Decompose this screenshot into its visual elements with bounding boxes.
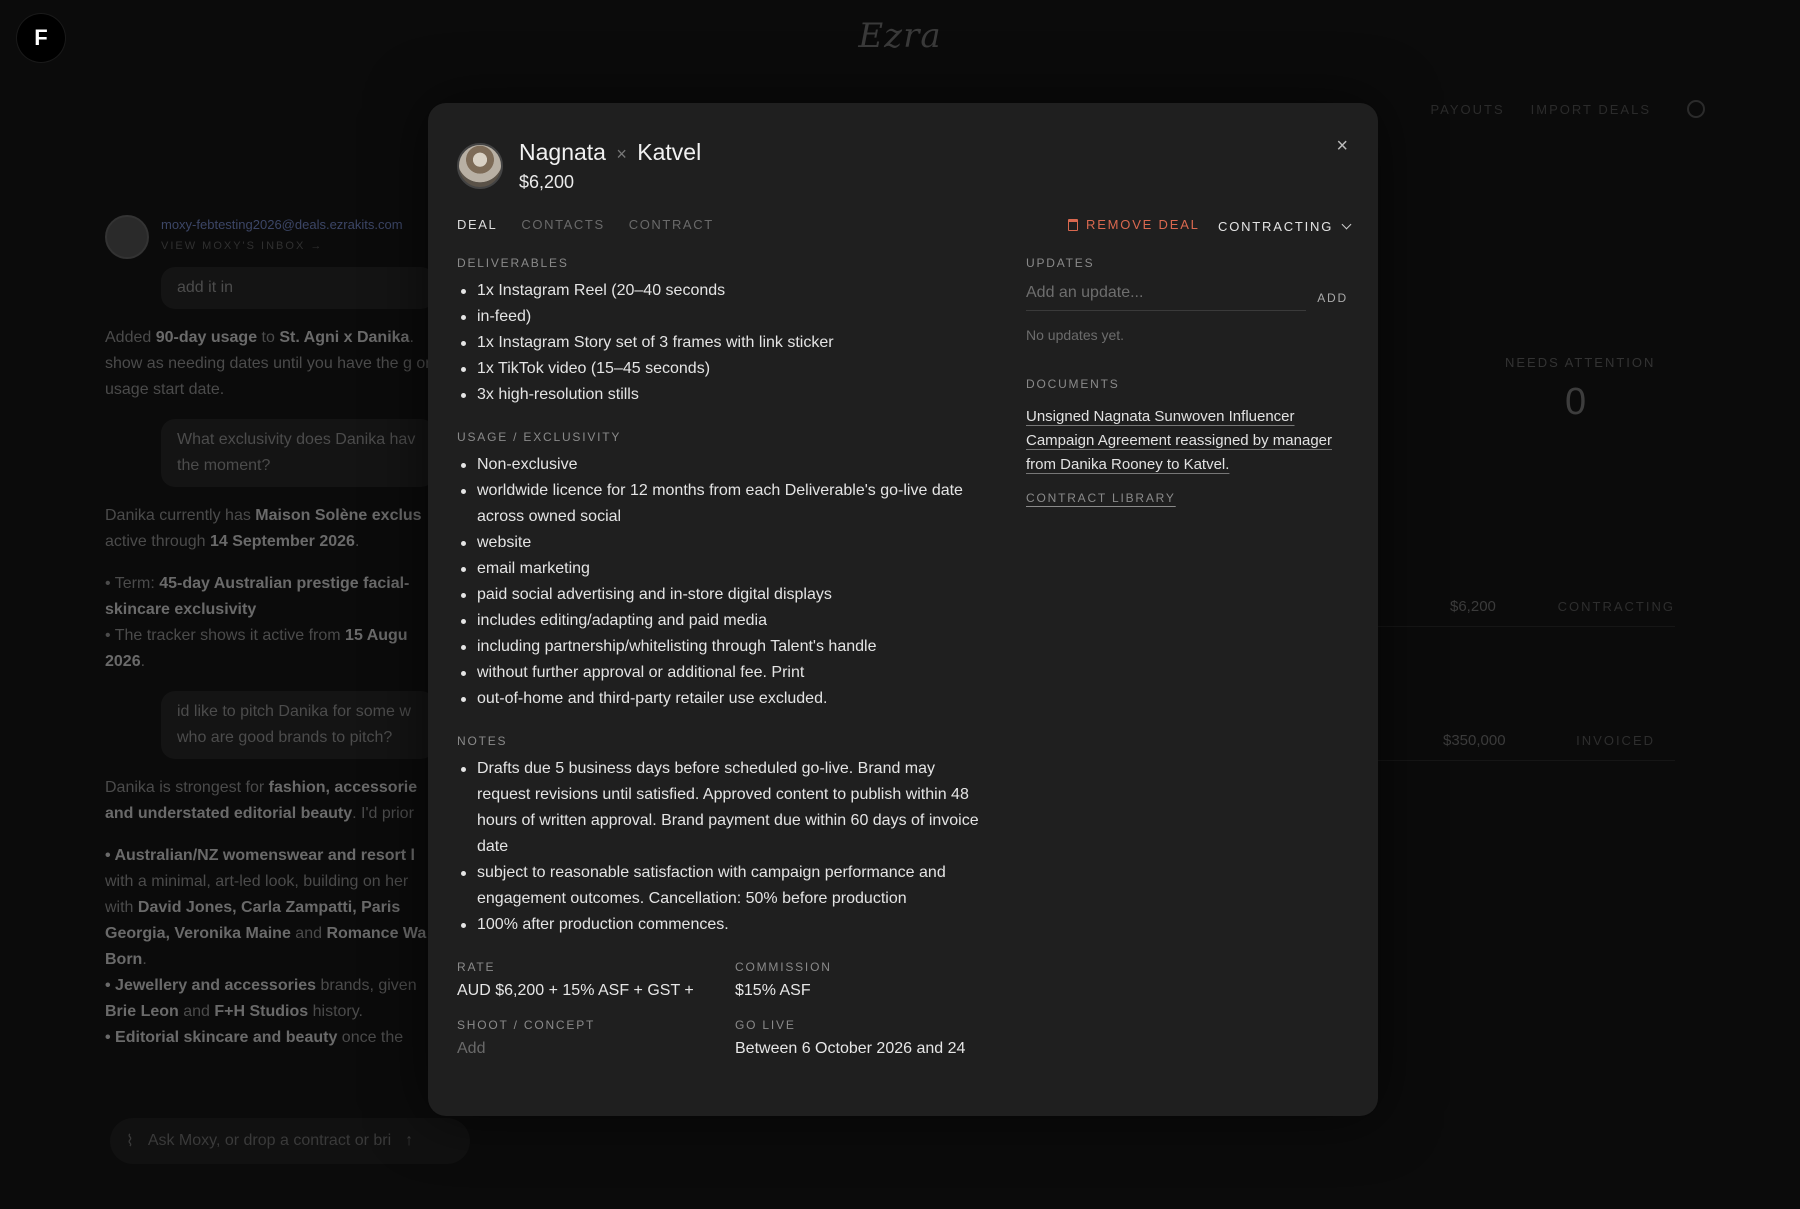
contract-library-link[interactable]: CONTRACT LIBRARY	[1026, 491, 1176, 505]
times-separator: ×	[616, 144, 627, 164]
usage-label: USAGE / EXCLUSIVITY	[457, 430, 622, 444]
trash-icon	[1068, 218, 1078, 231]
notes-list: Drafts due 5 business days before schedu…	[457, 756, 987, 938]
go-live-label: GO LIVE	[735, 1018, 796, 1032]
usage-list: Non-exclusive worldwide licence for 12 m…	[457, 452, 987, 712]
list-item: website	[457, 530, 987, 556]
go-live-value: Between 6 October 2026 and 24	[735, 1040, 966, 1057]
commission-label: COMMISSION	[735, 960, 832, 974]
commission-value: $15% ASF	[735, 982, 811, 999]
tab-contract[interactable]: CONTRACT	[629, 217, 714, 232]
documents-label: DOCUMENTS	[1026, 377, 1120, 391]
no-updates-text: No updates yet.	[1026, 327, 1125, 343]
rate-label: RATE	[457, 960, 496, 974]
deliverables-list: 1x Instagram Reel (20–40 seconds in-feed…	[457, 278, 987, 408]
list-item: 100% after production commences.	[457, 912, 987, 938]
modal-header: Nagnata × Katvel $6,200	[457, 139, 701, 193]
deal-amount: $6,200	[1450, 598, 1496, 615]
chat-header: moxy-febtesting2026@deals.ezrakits.com V…	[105, 215, 435, 259]
update-input[interactable]	[1026, 278, 1306, 311]
remove-deal-button[interactable]: REMOVE DEAL	[1068, 217, 1200, 232]
tab-deal[interactable]: DEAL	[457, 217, 497, 232]
list-item: Drafts due 5 business days before schedu…	[457, 756, 987, 860]
updates-label: UPDATES	[1026, 256, 1095, 270]
theme-toggle-icon[interactable]	[1687, 100, 1705, 118]
list-item: without further approval or additional f…	[457, 660, 987, 686]
list-item: Non-exclusive	[457, 452, 987, 478]
shoot-label: SHOOT / CONCEPT	[457, 1018, 596, 1032]
needs-attention-label: NEEDS ATTENTION	[1505, 355, 1656, 370]
notes-label: NOTES	[457, 734, 508, 748]
paperclip-icon[interactable]: ⌇	[126, 1131, 134, 1151]
status-dropdown[interactable]: CONTRACTING	[1218, 219, 1352, 234]
list-item: paid social advertising and in-store dig…	[457, 582, 987, 608]
go-live-field[interactable]: GO LIVE Between 6 October 2026 and 24	[735, 1018, 995, 1058]
add-update-button[interactable]: ADD	[1317, 291, 1348, 305]
talent-avatar	[457, 143, 503, 189]
chat-panel: moxy-febtesting2026@deals.ezrakits.com V…	[105, 215, 435, 1067]
list-item: 1x TikTok video (15–45 seconds)	[457, 356, 987, 382]
deal-sidebar: UPDATES ADD No updates yet. DOCUMENTS Un…	[1026, 256, 1348, 507]
deal-details: DELIVERABLES 1x Instagram Reel (20–40 se…	[457, 256, 987, 1058]
document-link[interactable]: Unsigned Nagnata Sunwoven Influencer Cam…	[1026, 405, 1348, 477]
commission-field[interactable]: COMMISSION $15% ASF	[735, 960, 995, 1000]
modal-tabs: DEAL CONTACTS CONTRACT	[457, 217, 714, 232]
list-item: out-of-home and third-party retailer use…	[457, 686, 987, 712]
deal-modal: Nagnata × Katvel $6,200 × DEAL CONTACTS …	[428, 103, 1378, 1116]
chat-input[interactable]: ⌇ Ask Moxy, or drop a contract or bri ↑	[110, 1118, 470, 1164]
nav-import-deals[interactable]: IMPORT DEALS	[1531, 102, 1651, 117]
list-item: 3x high-resolution stills	[457, 382, 987, 408]
list-item: email marketing	[457, 556, 987, 582]
assistant-message: Danika is strongest for fashion, accesso…	[105, 779, 418, 822]
deal-title: Nagnata × Katvel	[519, 139, 701, 166]
deal-status: CONTRACTING	[1557, 599, 1675, 614]
view-inbox-link[interactable]: VIEW MOXY'S INBOX →	[161, 233, 403, 259]
assistant-message: Danika currently has Maison Solène exclu…	[105, 507, 422, 550]
brand-logo: Ezra	[858, 16, 942, 56]
needs-attention-value: 0	[1565, 381, 1587, 423]
list-item: in-feed)	[457, 304, 987, 330]
assistant-avatar	[105, 215, 149, 259]
deliverables-label: DELIVERABLES	[457, 256, 569, 270]
brand-name: Katvel	[637, 139, 702, 165]
send-arrow-icon[interactable]: ↑	[405, 1132, 413, 1150]
list-item: worldwide licence for 12 months from eac…	[457, 478, 987, 530]
deal-status: INVOICED	[1576, 733, 1655, 748]
talent-name: Nagnata	[519, 139, 606, 165]
deal-row[interactable]: $6,200 CONTRACTING	[1375, 587, 1675, 627]
shoot-add-placeholder[interactable]: Add	[457, 1040, 735, 1058]
close-icon[interactable]: ×	[1336, 135, 1348, 158]
list-item: 1x Instagram Reel (20–40 seconds	[457, 278, 987, 304]
status-value: CONTRACTING	[1218, 219, 1334, 234]
nav-payouts[interactable]: PAYOUTS	[1430, 102, 1504, 117]
assistant-message: Added 90-day usage to St. Agni x Danika.…	[105, 329, 431, 398]
deal-amount: $350,000	[1443, 732, 1506, 749]
tab-contacts[interactable]: CONTACTS	[521, 217, 604, 232]
user-message: add it in	[161, 267, 435, 309]
user-message: What exclusivity does Danika hav the mom…	[161, 419, 435, 487]
list-item: includes editing/adapting and paid media	[457, 608, 987, 634]
remove-deal-label: REMOVE DEAL	[1086, 217, 1200, 232]
deal-fields: RATE AUD $6,200 + 15% ASF + GST + COMMIS…	[457, 960, 987, 1058]
user-message: id like to pitch Danika for some w who a…	[161, 691, 435, 759]
chat-input-placeholder: Ask Moxy, or drop a contract or bri	[147, 1132, 392, 1149]
deal-amount: $6,200	[519, 172, 575, 192]
assistant-message: • Term: 45-day Australian prestige facia…	[105, 575, 410, 670]
rate-value: AUD $6,200 + 15% ASF + GST +	[457, 982, 694, 999]
deal-row[interactable]: $350,000 INVOICED	[1375, 721, 1675, 761]
chevron-down-icon	[1341, 219, 1352, 230]
top-nav: PAYOUTS IMPORT DEALS	[1430, 100, 1705, 118]
list-item: including partnership/whitelisting throu…	[457, 634, 987, 660]
assistant-message: • Australian/NZ womenswear and resort l …	[105, 847, 427, 1046]
list-item: subject to reasonable satisfaction with …	[457, 860, 987, 912]
shoot-field[interactable]: SHOOT / CONCEPT Add	[457, 1018, 735, 1058]
update-form: ADD	[1026, 278, 1348, 311]
user-avatar[interactable]: F	[17, 14, 65, 62]
rate-field[interactable]: RATE AUD $6,200 + 15% ASF + GST +	[457, 960, 735, 1000]
list-item: 1x Instagram Story set of 3 frames with …	[457, 330, 987, 356]
assistant-email: moxy-febtesting2026@deals.ezrakits.com	[161, 216, 403, 232]
